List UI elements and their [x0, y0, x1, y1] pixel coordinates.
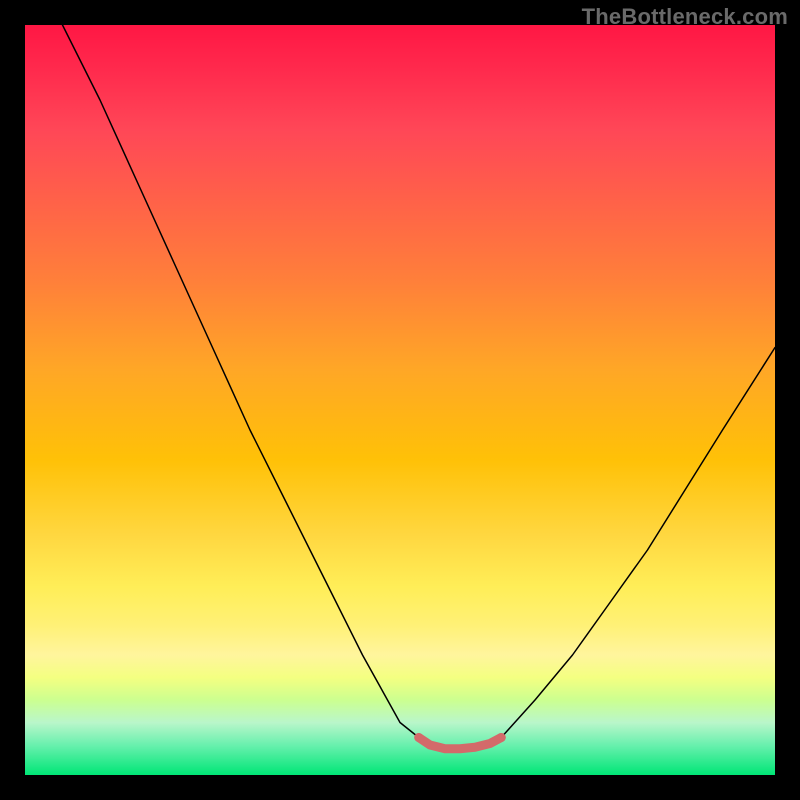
marker-1	[497, 733, 506, 742]
curve-svg	[25, 25, 775, 775]
marker-0	[414, 733, 423, 742]
series-right-curve	[501, 348, 775, 738]
series-flat-segment	[419, 738, 502, 749]
watermark-text: TheBottleneck.com	[582, 4, 788, 30]
series-left-curve	[63, 25, 419, 738]
plot-area	[25, 25, 775, 775]
chart-frame: TheBottleneck.com	[0, 0, 800, 800]
